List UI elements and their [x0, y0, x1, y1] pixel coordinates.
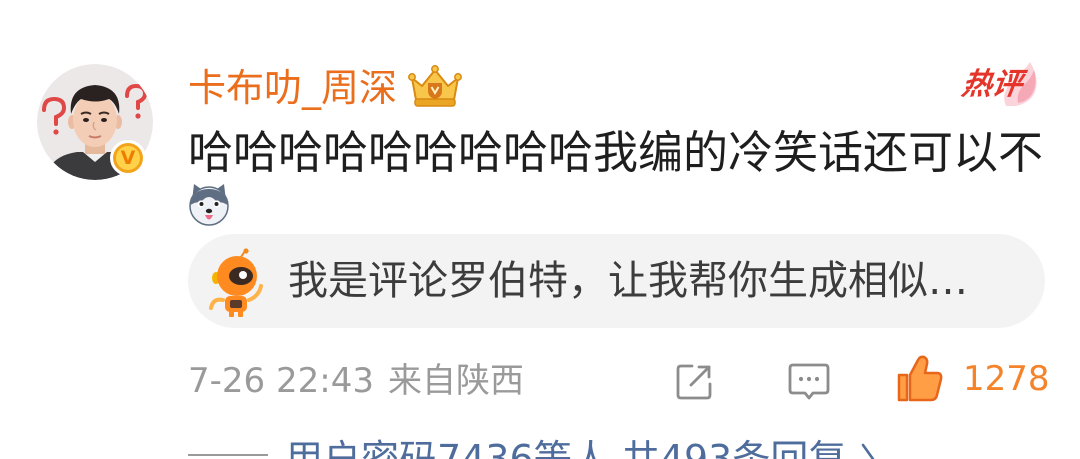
share-button[interactable] [672, 360, 716, 404]
comment-card: V 卡布叻_周深 热评 哈哈哈哈哈哈哈哈哈我编的冷笑话还可以不 我是评论罗伯特，… [0, 0, 1080, 459]
husky-emoji-icon [186, 181, 232, 227]
author-row: 卡布叻_周深 [188, 64, 808, 112]
gold-crown-icon[interactable] [407, 64, 463, 109]
comment-button[interactable] [785, 360, 833, 404]
ai-prompt-text: 我是评论罗伯特，让我帮你生成相似… [288, 258, 968, 304]
thumbs-up-icon [897, 355, 943, 402]
comment-text[interactable]: 哈哈哈哈哈哈哈哈哈我编的冷笑话还可以不 [188, 127, 1068, 179]
view-replies-link[interactable]: 用户密码7436等人 共493条回复 [188, 436, 908, 459]
hot-badge-label: 热评 [959, 67, 1025, 102]
ai-reply-prompt[interactable]: 我是评论罗伯特，让我帮你生成相似… [188, 234, 1045, 328]
comment-meta: 7-26 22:43 来自陕西 [188, 358, 648, 404]
like-count: 1278 [963, 359, 1050, 399]
chevron-right-glyph [862, 443, 875, 459]
husky-face [189, 184, 229, 226]
comment-icon [788, 363, 830, 400]
robot-mascot-icon [209, 248, 263, 317]
comment-location: 来自陕西 [387, 361, 524, 401]
like-button[interactable]: 1278 [895, 354, 1050, 404]
verified-mark: V [120, 147, 136, 169]
replies-summary: 用户密码7436等人 共493条回复 [285, 437, 847, 459]
comment-time: 7-26 22:43 [188, 361, 374, 401]
username[interactable]: 卡布叻_周深 [188, 64, 397, 112]
verified-badge-icon: V [110, 140, 146, 176]
hot-comment-badge: 热评 [960, 62, 1040, 108]
share-icon [676, 364, 712, 400]
replies-divider-line [188, 454, 268, 456]
chevron-right-icon [860, 436, 876, 459]
